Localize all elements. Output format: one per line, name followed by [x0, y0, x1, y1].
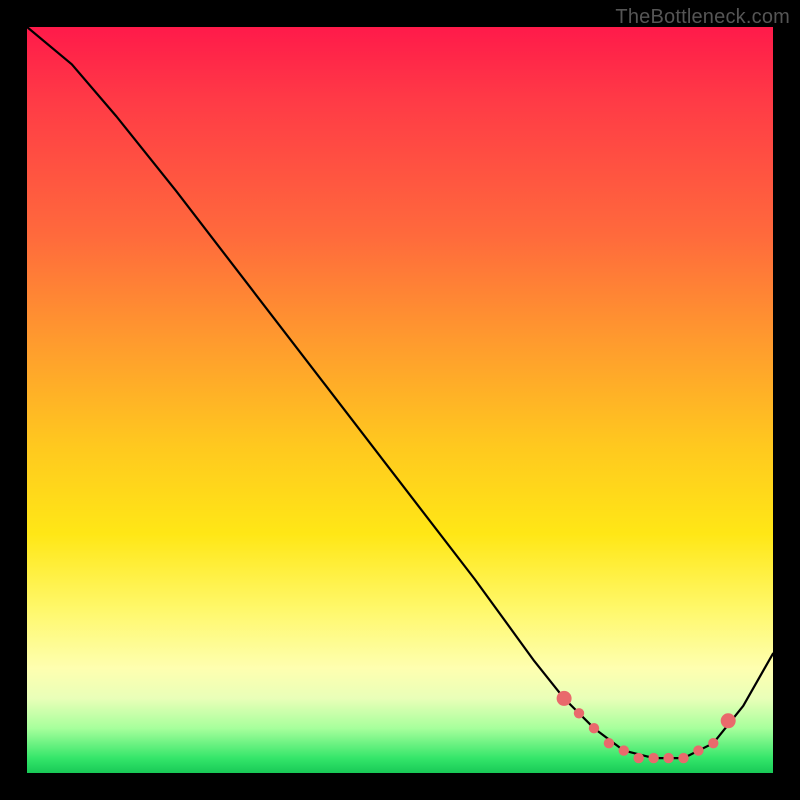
marker-group	[557, 691, 736, 763]
marker-point	[619, 745, 629, 755]
marker-point	[589, 723, 599, 733]
marker-point	[721, 713, 736, 728]
marker-point	[678, 753, 688, 763]
watermark-text: TheBottleneck.com	[615, 6, 790, 29]
bottleneck-curve	[27, 27, 773, 758]
marker-point	[663, 753, 673, 763]
marker-point	[693, 745, 703, 755]
chart-frame: TheBottleneck.com	[0, 0, 800, 800]
chart-overlay	[27, 27, 773, 773]
marker-point	[604, 738, 614, 748]
marker-point	[557, 691, 572, 706]
marker-point	[708, 738, 718, 748]
marker-point	[634, 753, 644, 763]
marker-point	[574, 708, 584, 718]
marker-point	[648, 753, 658, 763]
